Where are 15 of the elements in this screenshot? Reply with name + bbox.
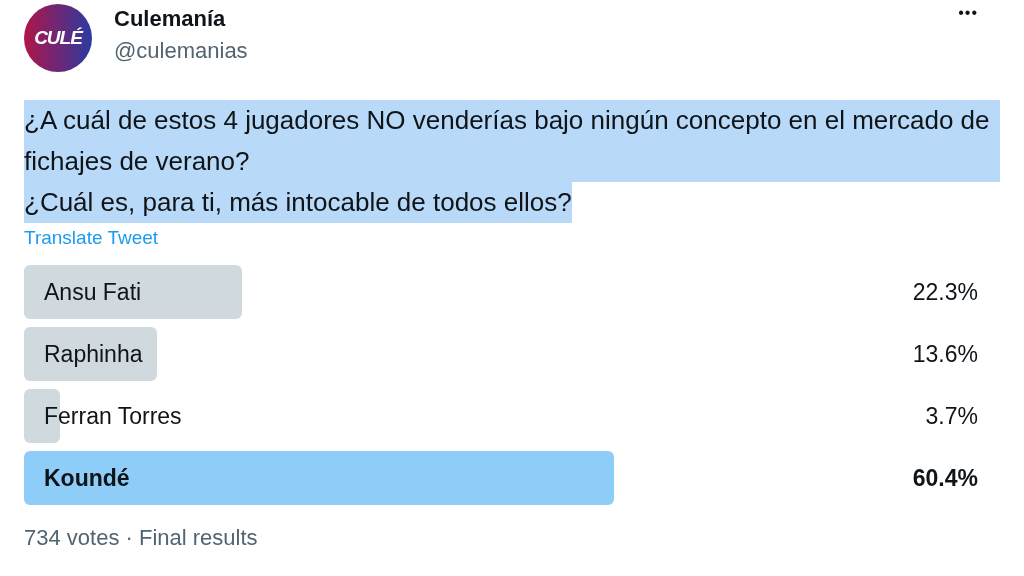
poll-summary: 734 votes · Final results [24,525,258,551]
account-handle[interactable]: @culemanias [114,38,248,64]
option-label: Ferran Torres [44,402,182,430]
option-label: Ansu Fati [44,278,142,306]
avatar-logo[interactable]: CULÉ [24,4,92,72]
option-label: Koundé [44,464,130,492]
option-percent: 22.3% [912,278,978,306]
option-percent: 13.6% [912,340,978,368]
more-menu[interactable]: ••• [958,4,978,22]
tweet-text: ¿A cuál de estos 4 jugadores NO venderías bajo ningún concepto en el mercado de fichajes de verano? [24,100,1000,182]
option-label: Raphinha [44,340,143,368]
account-name[interactable]: Culemanía [114,6,248,32]
tweet-text: ¿Cuál es, para ti, más intocable de todos ellos? [24,182,572,223]
option-percent: 3.7% [925,402,978,430]
option-percent: 60.4% [912,464,978,492]
